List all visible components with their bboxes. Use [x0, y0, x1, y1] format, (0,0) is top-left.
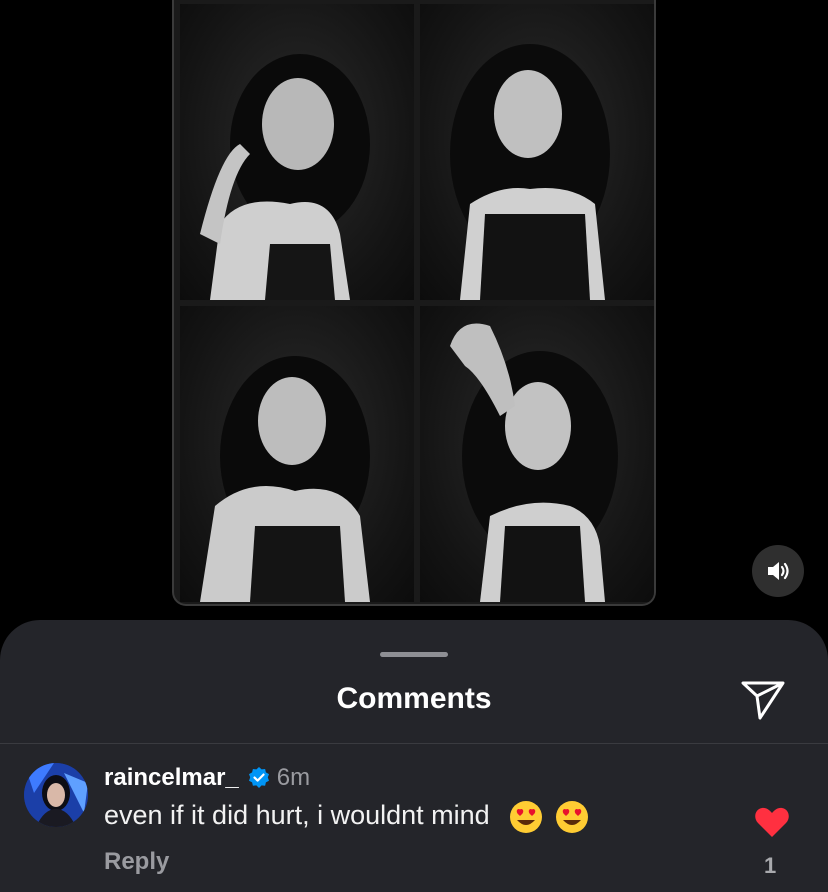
like-count: 1	[764, 853, 777, 878]
photo-tile	[180, 4, 414, 300]
reply-button[interactable]: Reply	[104, 848, 169, 876]
like-button[interactable]	[752, 802, 792, 842]
avatar[interactable]	[24, 763, 88, 827]
post-media[interactable]	[172, 0, 656, 606]
send-icon	[741, 681, 785, 720]
heart-eyes-emoji	[555, 801, 588, 833]
heart-eyes-emoji	[510, 801, 543, 833]
photo-tile	[420, 4, 654, 300]
comment-meta: raincelmar_ 6m	[104, 764, 310, 792]
sheet-title: Comments	[336, 682, 492, 715]
photo-tile	[180, 306, 414, 602]
sheet-grabber[interactable]	[380, 652, 448, 657]
comments-sheet: Comments raincelmar_ 6m even if it did h…	[0, 620, 828, 892]
speaker-icon	[768, 562, 789, 580]
comment-text: even if it did hurt, i wouldnt mind	[104, 800, 490, 831]
comment-item: raincelmar_ 6m even if it did hurt, i wo…	[0, 744, 828, 892]
heart-icon	[755, 807, 789, 837]
share-button[interactable]	[738, 674, 788, 724]
sound-toggle-button[interactable]	[752, 545, 804, 597]
photo-tile	[420, 306, 654, 602]
comment-time: 6m	[276, 764, 311, 791]
verified-badge-icon	[248, 767, 269, 788]
username[interactable]: raincelmar_	[104, 764, 239, 792]
comment-text-row: even if it did hurt, i wouldnt mind	[104, 800, 589, 834]
